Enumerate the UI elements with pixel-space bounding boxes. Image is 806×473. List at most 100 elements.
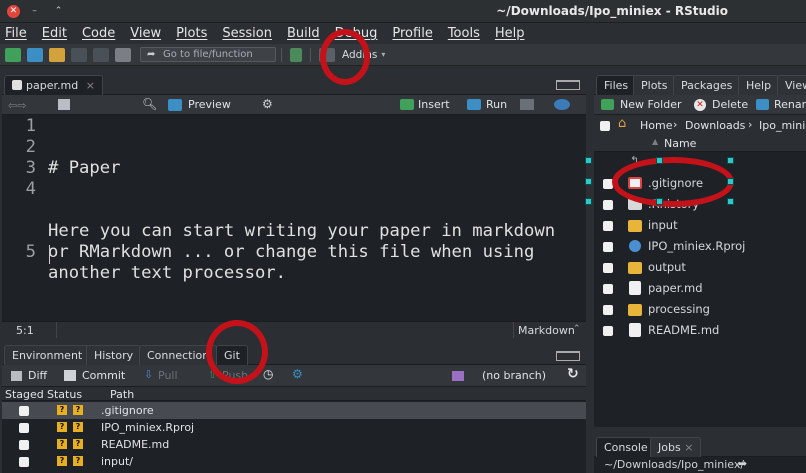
sort-up-icon: ▲: [652, 137, 659, 146]
folder-icon: [628, 304, 642, 316]
menu-build[interactable]: Build: [287, 26, 320, 41]
breadcrumb-home[interactable]: Home: [640, 119, 672, 132]
home-icon[interactable]: ⌂: [618, 116, 626, 131]
tab-history[interactable]: History: [86, 345, 142, 365]
search-icon[interactable]: 🔍︎: [142, 97, 157, 111]
print-icon[interactable]: [115, 47, 131, 62]
new-project-icon[interactable]: [27, 47, 43, 62]
delete-button[interactable]: Delete: [712, 98, 748, 111]
editor-tab-paper[interactable]: paper.md ×: [4, 75, 103, 95]
menu-view[interactable]: View: [130, 26, 161, 41]
menu-profile[interactable]: Profile: [392, 26, 432, 41]
list-item[interactable]: input: [594, 215, 806, 236]
gear-icon[interactable]: ⚙: [262, 97, 273, 111]
preview-icon: [168, 99, 182, 111]
commit-button[interactable]: Commit: [82, 369, 125, 382]
outline-icon[interactable]: [554, 99, 570, 110]
tab-jobs[interactable]: Jobs ×: [650, 437, 702, 457]
pull-arrow-icon: ⇩: [144, 368, 154, 381]
table-row[interactable]: ?? README.md: [2, 436, 586, 453]
tab-viewer[interactable]: View: [777, 75, 806, 95]
col-path[interactable]: Path: [110, 388, 134, 401]
show-in-window-icon[interactable]: [58, 99, 70, 110]
breadcrumb-current: Ipo_minie: [759, 119, 806, 132]
table-row[interactable]: ?? .gitignore: [2, 402, 586, 419]
editor-body[interactable]: 1234 5 # Paper Here you can start writin…: [2, 115, 586, 321]
branch-icon: [452, 371, 464, 381]
tab-files[interactable]: Files: [596, 75, 637, 95]
annotation-ellipse: [612, 157, 734, 207]
maximize-pane-icon[interactable]: [556, 351, 580, 361]
selection-handle: [727, 198, 734, 205]
folder-icon: [628, 220, 642, 232]
table-row[interactable]: ?? input/: [2, 453, 586, 470]
menu-session[interactable]: Session: [222, 26, 272, 41]
nav-arrows-icon[interactable]: ⇦⇨: [8, 99, 34, 112]
menu-help[interactable]: Help: [495, 26, 525, 41]
rerun-icon[interactable]: [520, 99, 534, 110]
insert-chunk-icon: [400, 99, 414, 110]
markdown-file-icon: [12, 80, 22, 90]
stage-checkbox[interactable]: [19, 406, 29, 416]
menu-code[interactable]: Code: [82, 26, 115, 41]
list-item[interactable]: README.md: [594, 320, 806, 341]
col-name[interactable]: Name: [664, 137, 696, 150]
diff-button[interactable]: Diff: [28, 369, 47, 382]
annotation-circle: [320, 29, 370, 85]
close-tab-icon[interactable]: ×: [86, 79, 95, 92]
vcs-icon[interactable]: [290, 47, 302, 62]
gear-icon[interactable]: ⚙: [292, 367, 303, 381]
preview-button[interactable]: Preview: [188, 98, 231, 111]
run-icon: [467, 99, 481, 110]
selection-handle: [585, 198, 592, 205]
goto-file-input[interactable]: Go to file/function: [140, 47, 276, 62]
tab-environment[interactable]: Environment: [4, 345, 91, 365]
console-body[interactable]: ~/Downloads/Ipo_miniex/ ➦: [594, 457, 806, 473]
history-clock-icon[interactable]: ◷: [263, 367, 273, 381]
rproj-icon: [629, 240, 641, 252]
rename-button[interactable]: Renam: [774, 98, 806, 111]
branch-selector[interactable]: (no branch): [482, 369, 546, 382]
file-type-selector[interactable]: Markdown: [518, 324, 575, 337]
tab-help[interactable]: Help: [738, 75, 780, 95]
table-row[interactable]: ?? IPO_miniex.Rproj: [2, 419, 586, 436]
new-folder-button[interactable]: New Folder: [620, 98, 681, 111]
code-text[interactable]: # Paper Here you can start writing your …: [48, 116, 582, 347]
stage-checkbox[interactable]: [19, 440, 29, 450]
breadcrumb-downloads[interactable]: Downloads: [685, 119, 745, 132]
list-item[interactable]: paper.md: [594, 278, 806, 299]
menu-file[interactable]: File: [5, 26, 27, 41]
selection-handle: [585, 178, 592, 185]
title-bar: ✕ – ⌃ ~/Downloads/Ipo_miniex - RStudio: [0, 0, 806, 23]
list-item[interactable]: processing: [594, 299, 806, 320]
col-staged[interactable]: Staged: [5, 388, 44, 401]
select-all-checkbox[interactable]: [600, 121, 610, 131]
insert-button[interactable]: Insert: [418, 98, 450, 111]
files-tabbar: Files Plots Packages Help View: [594, 73, 806, 95]
selection-handle: [656, 198, 663, 205]
goto-dir-icon[interactable]: ➦: [738, 457, 747, 470]
pull-button[interactable]: Pull: [158, 369, 178, 382]
refresh-icon[interactable]: ↻: [567, 366, 579, 382]
menu-plots[interactable]: Plots: [176, 26, 207, 41]
tab-plots[interactable]: Plots: [633, 75, 676, 95]
open-file-icon[interactable]: [49, 47, 65, 62]
run-button[interactable]: Run: [486, 98, 507, 111]
list-item[interactable]: IPO_miniex.Rproj: [594, 236, 806, 257]
stage-checkbox[interactable]: [19, 423, 29, 433]
tab-console[interactable]: Console: [596, 437, 656, 457]
menu-edit[interactable]: Edit: [42, 26, 67, 41]
save-icon[interactable]: [71, 47, 87, 62]
tab-packages[interactable]: Packages: [673, 75, 741, 95]
new-file-icon[interactable]: [5, 47, 21, 62]
window-title: ~/Downloads/Ipo_miniex - RStudio: [496, 4, 728, 18]
menu-tools[interactable]: Tools: [448, 26, 480, 41]
list-item[interactable]: output: [594, 257, 806, 278]
untracked-status-icon: ?: [57, 456, 67, 466]
col-status[interactable]: Status: [47, 388, 82, 401]
stage-checkbox[interactable]: [19, 457, 29, 467]
untracked-status-icon: ?: [73, 405, 83, 415]
save-all-icon[interactable]: [93, 47, 109, 62]
untracked-status-icon: ?: [57, 439, 67, 449]
maximize-pane-icon[interactable]: [556, 80, 580, 90]
